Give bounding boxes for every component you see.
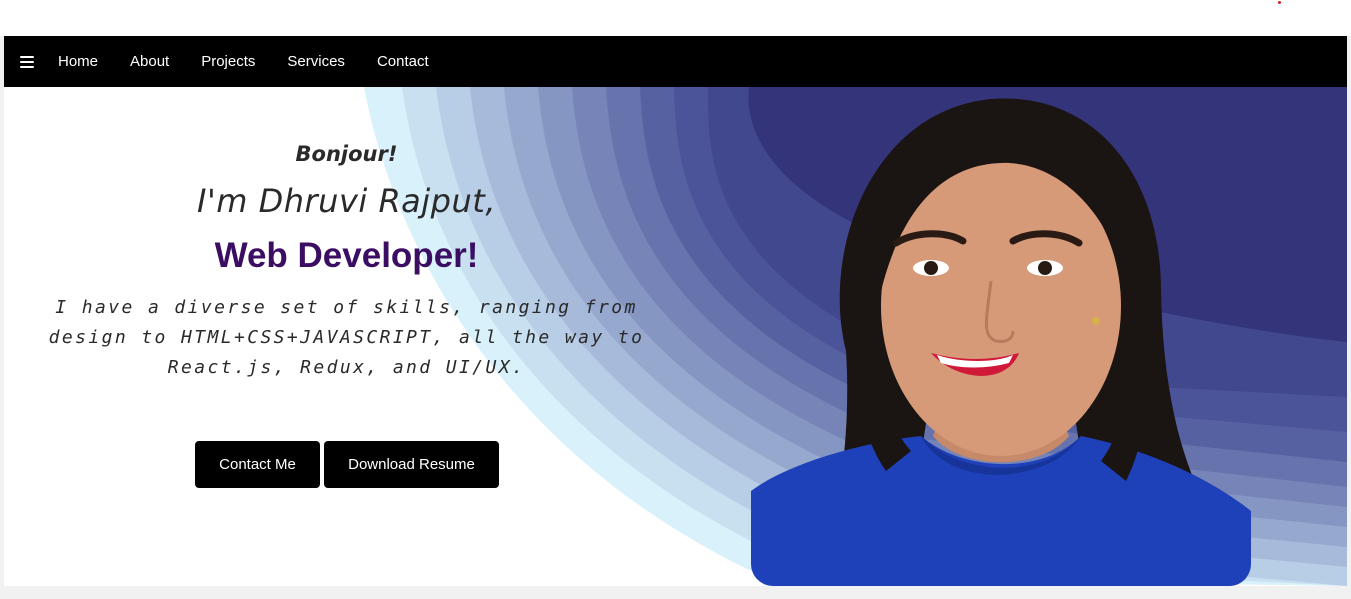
bio-text: I have a diverse set of skills, ranging … (48, 297, 645, 378)
portrait-photo (751, 91, 1251, 586)
nav-link-projects[interactable]: Projects (201, 53, 255, 70)
nav-link-services[interactable]: Services (287, 53, 345, 70)
greeting-text: Bonjour! (295, 142, 398, 166)
page-bottom-strip (0, 586, 1351, 599)
name-heading: I'm Dhruvi Rajput, (197, 182, 496, 220)
role-heading: Web Developer! (214, 236, 479, 275)
top-navbar: Home About Projects Services Contact (4, 36, 1347, 87)
hero-intro: Bonjour! I'm Dhruvi Rajput, Web Develope… (14, 139, 679, 383)
nav-link-contact[interactable]: Contact (377, 53, 429, 70)
page-frame: Home About Projects Services Contact Bon… (4, 36, 1347, 586)
browser-top-strip (0, 0, 1351, 36)
download-resume-button[interactable]: Download Resume (324, 441, 499, 488)
notification-dot (1278, 1, 1281, 4)
nav-link-home[interactable]: Home (58, 53, 98, 70)
hamburger-menu-icon[interactable] (20, 55, 34, 68)
nav-link-about[interactable]: About (130, 53, 169, 70)
contact-me-button[interactable]: Contact Me (195, 441, 320, 488)
